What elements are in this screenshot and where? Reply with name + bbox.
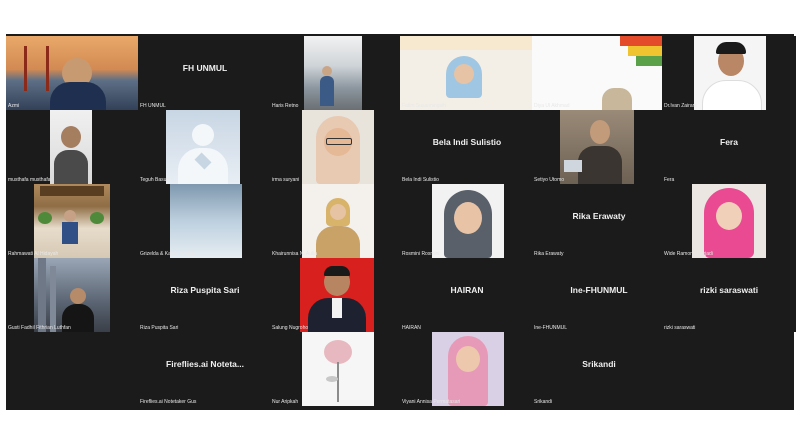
participant-tile[interactable]: Fera Fera — [662, 110, 796, 184]
participant-name: FH UNMUL — [140, 103, 166, 109]
participant-tile[interactable]: Viyani Annisa Permatasari — [400, 332, 534, 406]
participant-name: Khairunnisa N. Aulia — [272, 251, 318, 257]
participant-name: Nur Aripkah — [272, 399, 299, 405]
participant-label: Fireflies.ai Noteta... — [166, 359, 244, 369]
participant-tile[interactable]: musthafa musthafa — [6, 110, 140, 184]
participant-name: Diya Ul Akhmad — [534, 103, 570, 109]
participant-tile[interactable]: Teguh Basuki — [138, 110, 272, 184]
participant-label: Ine-FHUNMUL — [570, 285, 628, 295]
participant-video — [304, 36, 362, 110]
participant-tile[interactable]: Wide Ramona Harjadi — [662, 184, 796, 258]
participant-tile[interactable]: Srikandi Srikandi — [532, 332, 666, 406]
participant-video — [302, 110, 374, 184]
participant-tile[interactable]: Khairunnisa N. Aulia — [270, 184, 404, 258]
participant-name: Rika Erawaty — [534, 251, 564, 257]
participant-tile[interactable]: Dr.Ivan Zairani — [662, 36, 796, 110]
participant-video — [170, 184, 242, 258]
participant-tile[interactable]: Azmi — [6, 36, 140, 110]
participant-tile[interactable]: Bela Indi Sulistio Bela Indi Sulistio — [400, 110, 534, 184]
participant-name: Rosmini Rosmini — [402, 251, 440, 257]
participant-tile[interactable]: FH UNMUL FH UNMUL — [138, 36, 272, 110]
participant-name: irma suryani — [272, 177, 300, 183]
participant-name: Salung Nugroho — [272, 325, 309, 331]
participant-tile[interactable]: Rosmini Rosmini — [400, 184, 534, 258]
participant-tile[interactable]: Salung Nugroho — [270, 258, 404, 332]
participant-name: Bela Indi Sulistio — [402, 177, 439, 183]
participant-label: Bela Indi Sulistio — [432, 137, 502, 147]
participant-label: Riza Puspita Sari — [170, 285, 240, 295]
participant-label: FH UNMUL — [182, 63, 228, 73]
participant-name: Setiyo Utomo — [534, 177, 565, 183]
participant-label: Srikandi — [582, 359, 616, 369]
participant-tile[interactable]: Nur Aripkah — [270, 332, 404, 406]
participant-tile[interactable]: irma suryani — [270, 110, 404, 184]
participant-name: Fatim Susanningsih — [402, 103, 446, 109]
participant-tile[interactable]: Rika Erawaty Rika Erawaty — [532, 184, 666, 258]
participant-video — [166, 110, 240, 184]
participant-tile[interactable]: rizki saraswati rizki saraswati — [662, 258, 796, 332]
participant-video — [692, 184, 766, 258]
video-gallery: Azmi FH UNMUL FH UNMUL Haris Retno Fatim… — [6, 34, 796, 410]
participant-label: HAIRAN — [450, 285, 484, 295]
participant-tile[interactable]: Fatim Susanningsih — [400, 36, 534, 110]
participant-video — [432, 184, 504, 258]
participant-tile[interactable]: Rahmawati Al Hidayah — [6, 184, 140, 258]
participant-video — [34, 184, 110, 258]
participant-video — [302, 184, 374, 258]
participant-tile[interactable]: Grizelda & Kandi Kirana — [138, 184, 272, 258]
participant-video — [432, 332, 504, 406]
participant-video — [532, 36, 666, 110]
participant-name: Viyani Annisa Permatasari — [402, 399, 461, 405]
participant-name: rizki saraswati — [664, 325, 696, 331]
participant-video — [400, 36, 534, 110]
participant-label: Rika Erawaty — [572, 211, 626, 221]
participant-tile[interactable]: Ine-FHUNMUL Ine-FHUNMUL — [532, 258, 666, 332]
participant-name: Riza Puspita Sari — [140, 325, 179, 331]
participant-name: Teguh Basuki — [140, 177, 171, 183]
participant-video — [560, 110, 634, 184]
participant-tile[interactable]: HAIRAN HAIRAN — [400, 258, 534, 332]
participant-video — [34, 258, 110, 332]
participant-tile[interactable]: Gusti Fadhil Fithrian Luthfan — [6, 258, 140, 332]
participant-video — [300, 258, 374, 332]
participant-tile[interactable]: Riza Puspita Sari Riza Puspita Sari — [138, 258, 272, 332]
participant-name: musthafa musthafa — [8, 177, 51, 183]
participant-name: Azmi — [8, 103, 20, 109]
participant-tile[interactable]: Setiyo Utomo — [532, 110, 666, 184]
participant-label: Fera — [720, 137, 738, 147]
participant-name: HAIRAN — [402, 325, 421, 331]
participant-name: Gusti Fadhil Fithrian Luthfan — [8, 325, 71, 331]
participant-name: Dr.Ivan Zairani — [664, 103, 697, 109]
participant-label: rizki saraswati — [699, 285, 759, 295]
participant-name: Srikandi — [534, 399, 553, 405]
participant-name: Ine-FHUNMUL — [534, 325, 568, 331]
participant-name: Grizelda & Kandi Kirana — [140, 251, 194, 257]
participant-video — [50, 110, 92, 184]
participant-name: Wide Ramona Harjadi — [664, 251, 713, 257]
participant-name: Fera — [664, 177, 675, 183]
participant-tile[interactable]: Diya Ul Akhmad — [532, 36, 666, 110]
participant-name: Haris Retno — [272, 103, 299, 109]
participant-name: Fireflies.ai Notetaker Gus — [140, 399, 197, 405]
participant-name: Rahmawati Al Hidayah — [8, 251, 59, 257]
participant-tile[interactable]: Haris Retno — [270, 36, 404, 110]
participant-tile[interactable]: Fireflies.ai Noteta... Fireflies.ai Note… — [138, 332, 272, 406]
participant-video — [302, 332, 374, 406]
participant-video — [6, 36, 140, 110]
participant-video — [694, 36, 766, 110]
